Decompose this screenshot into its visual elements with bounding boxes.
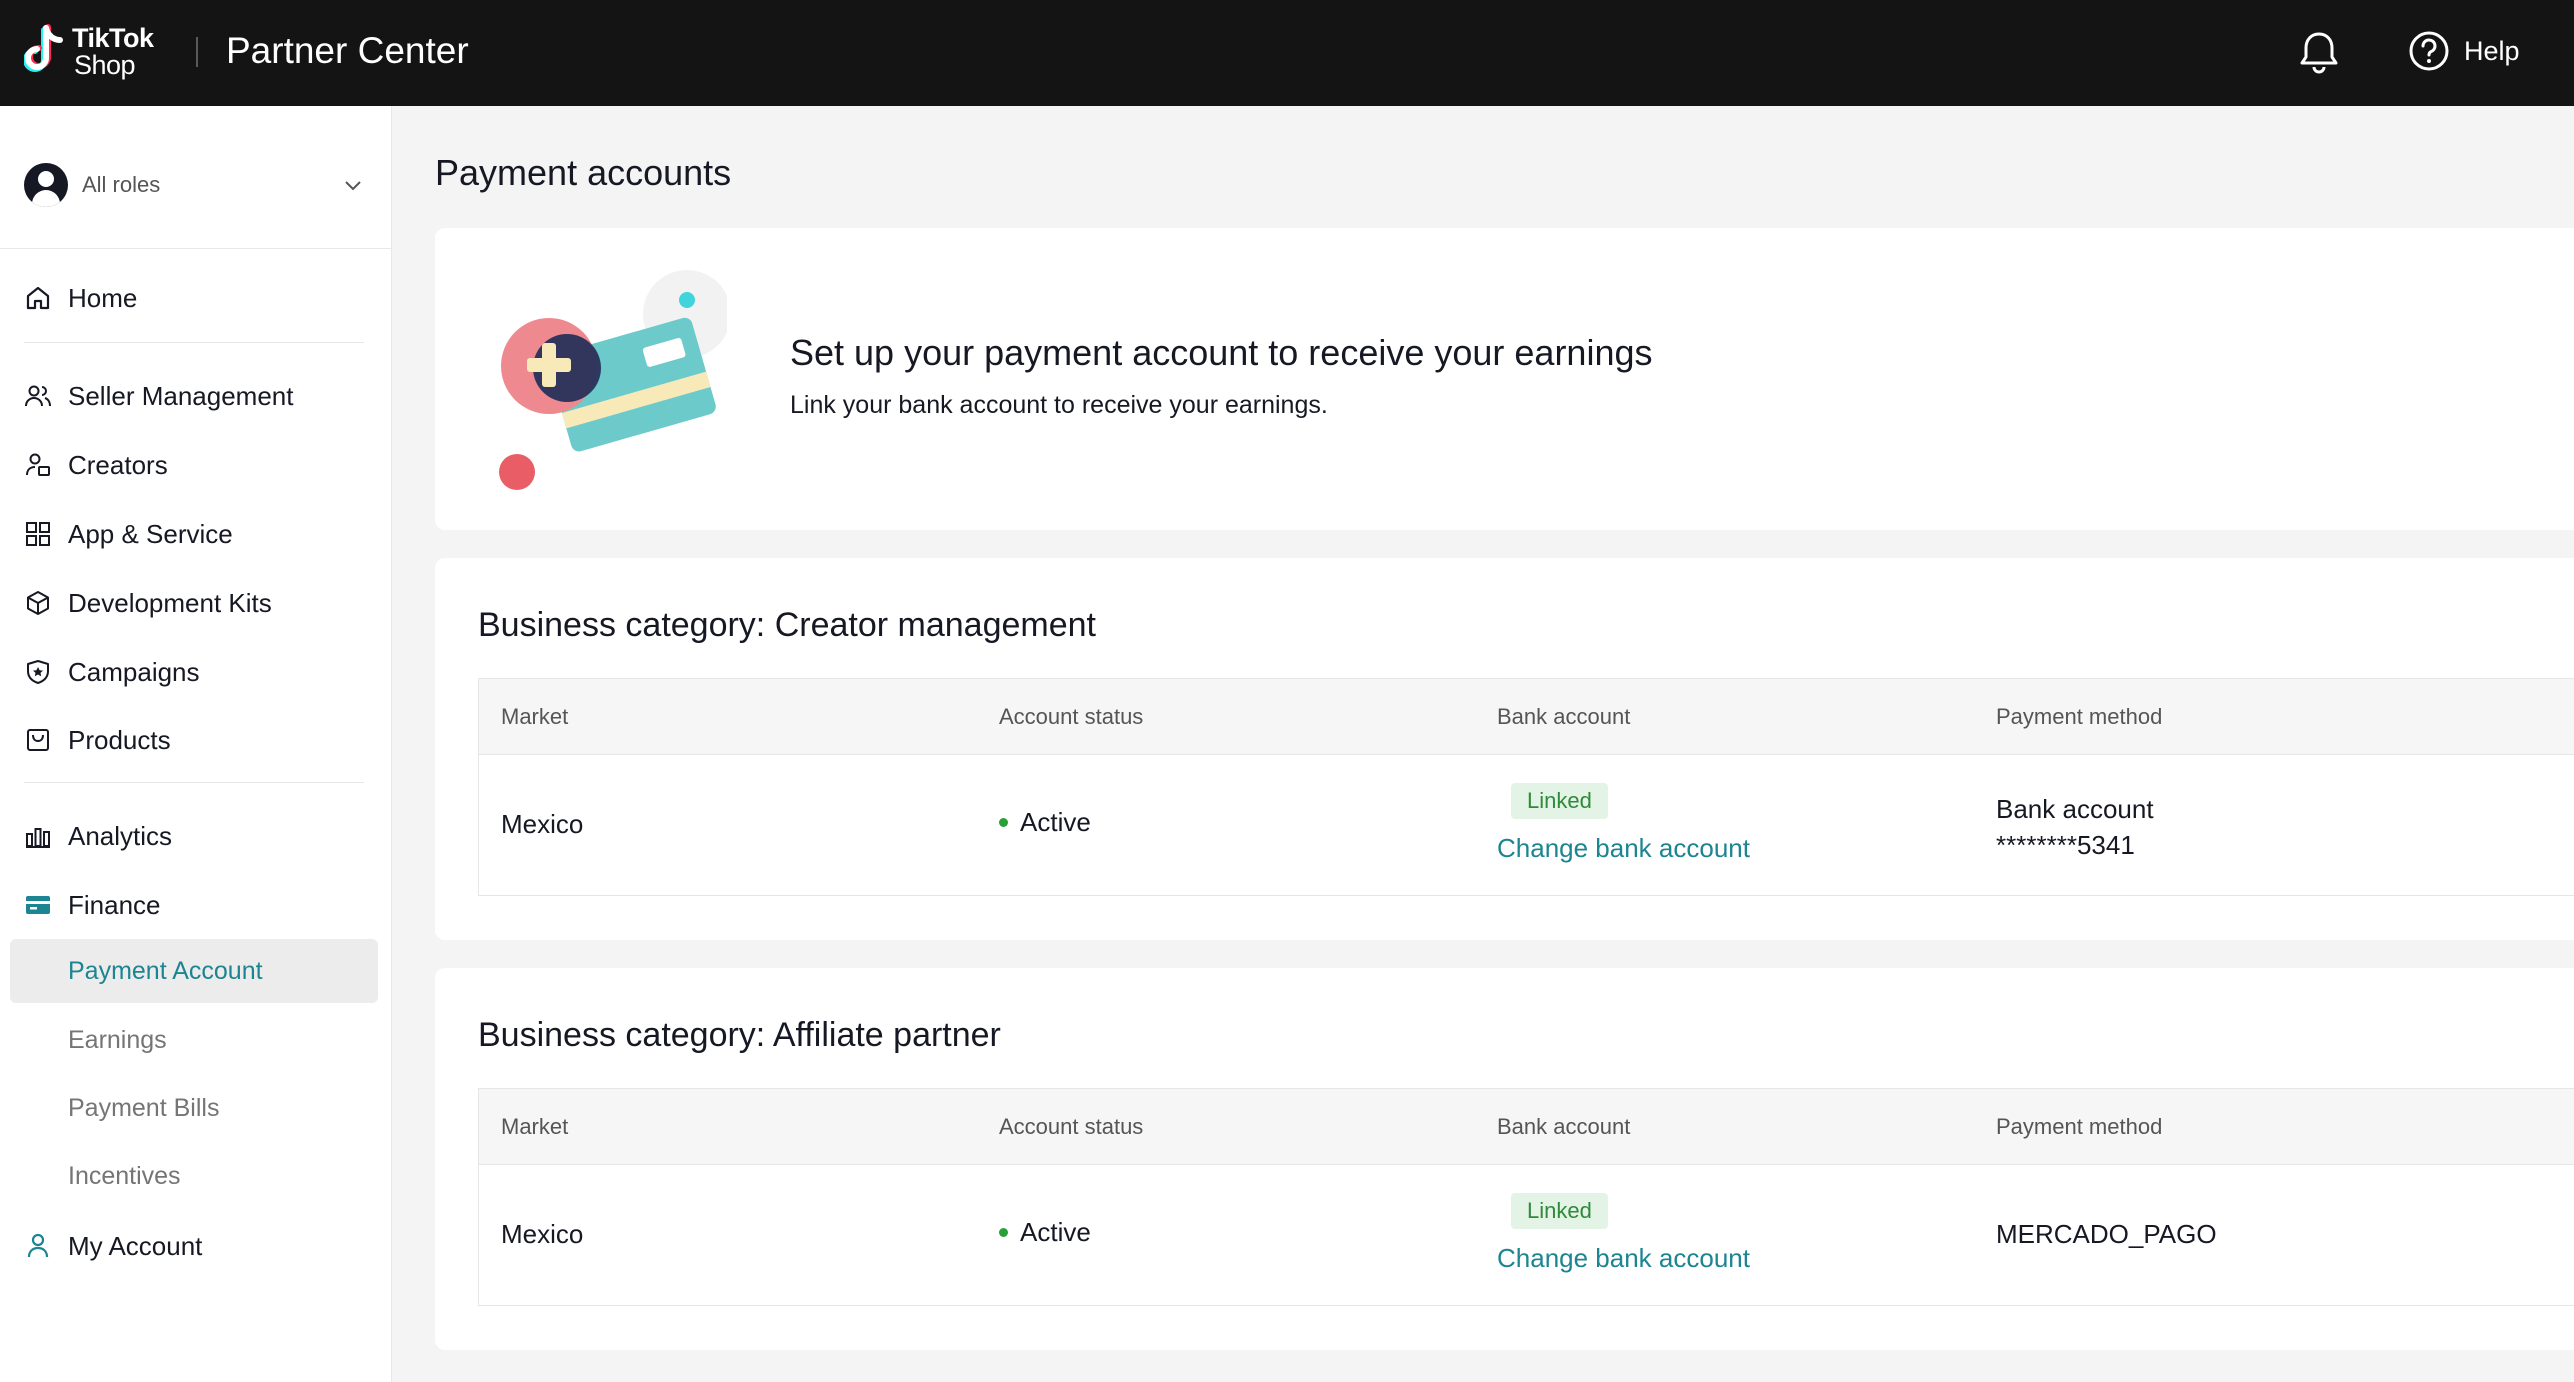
creator-icon [26,453,50,476]
sidebar-divider [0,248,392,249]
banner-subtitle: Link your bank account to receive your e… [790,391,1328,419]
sidebar-item-creators[interactable]: Creators [24,445,168,485]
setup-banner: Set up your payment account to receive y… [435,228,2574,530]
home-icon [26,286,50,310]
account-status-cell: Active [999,1217,1091,1248]
sidebar-item-label: Products [68,724,171,755]
change-bank-account-link[interactable]: Change bank account [1497,1243,1750,1274]
top-bar: TikTok Shop Partner Center Help [0,0,2574,106]
table-row: Mexico Active Linked Change bank account… [479,1165,2574,1305]
change-bank-account-link[interactable]: Change bank account [1497,833,1750,864]
sidebar-subitem-incentives[interactable]: Incentives [10,1144,378,1208]
tiktok-shop-logo[interactable]: TikTok Shop [24,22,174,82]
payment-method-cell: MERCADO_PAGO [1996,1219,2217,1249]
category-title: Business category: Creator management [478,606,1096,644]
sidebar-item-label: Seller Management [68,380,294,411]
help-label: Help [2464,35,2520,66]
active-status-dot [999,1228,1008,1237]
category-card-creator-management: Business category: Creator management Ma… [435,558,2574,940]
category-card-affiliate-partner: Business category: Affiliate partner Mar… [435,968,2574,1350]
table-header: Market Account status Bank account Payme… [479,1089,2574,1165]
users-icon [25,385,51,407]
column-header-market: Market [501,1114,569,1139]
column-header-payment-method: Payment method [1996,1114,2163,1139]
logo-wordmark: TikTok Shop [72,25,154,79]
wallet-icon [26,896,50,914]
status-text: Active [1020,807,1091,837]
bar-chart-icon [26,828,50,848]
cube-icon [27,591,49,615]
banner-title: Set up your payment account to receive y… [790,332,1653,373]
logo-line-2: Shop [74,50,136,80]
account-status-cell: Active [999,807,1091,838]
column-header-payment-method: Payment method [1996,704,2163,729]
sidebar-item-finance[interactable]: Finance [24,885,161,925]
payment-card-illustration [499,270,727,490]
column-header-bank-account: Bank account [1497,1114,1631,1139]
payment-method-account-number: ********5341 [1996,830,2135,860]
sidebar-item-label: Campaigns [68,656,200,687]
market-cell: Mexico [501,809,584,839]
column-header-account-status: Account status [999,1114,1144,1139]
payment-method-cell: Bank account ********5341 [1996,791,2154,863]
avatar [24,163,68,207]
sidebar-item-label: Finance [68,889,161,920]
column-header-market: Market [501,704,569,729]
notification-bell-icon[interactable] [2298,29,2340,75]
sidebar-subitem-earnings[interactable]: Earnings [10,1008,378,1072]
tiktok-logo-icon [24,24,63,72]
sidebar-item-label: My Account [68,1230,203,1261]
table-header: Market Account status Bank account Payme… [479,679,2574,755]
status-text: Active [1020,1217,1091,1247]
sidebar-divider [24,782,364,783]
table-row: Mexico Active Linked Change bank account… [479,755,2574,895]
sidebar-item-home[interactable]: Home [24,278,137,318]
header-divider [196,37,198,67]
sidebar-item-label: Analytics [68,820,173,851]
sidebar-item-products[interactable]: Products [24,720,171,760]
role-selector[interactable]: All roles [24,162,364,208]
sidebar-item-campaigns[interactable]: Campaigns [24,652,200,692]
column-header-bank-account: Bank account [1497,704,1631,729]
sidebar-item-label: Creators [68,449,168,480]
role-label: All roles [82,172,161,197]
active-status-dot [999,818,1008,827]
payment-method-type: Bank account [1996,794,2154,824]
sidebar-item-label: Development Kits [68,587,272,618]
category-title: Business category: Affiliate partner [478,1016,1001,1054]
sidebar-item-label: Home [68,282,138,313]
help-question-icon [2409,31,2449,71]
app-title: Partner Center [226,30,469,71]
logo-line-1: TikTok [72,23,154,53]
sidebar-subitem-payment-bills[interactable]: Payment Bills [10,1076,378,1140]
person-icon [27,1233,49,1258]
accounts-table: Market Account status Bank account Payme… [478,1088,2574,1306]
sidebar-item-development-kits[interactable]: Development Kits [24,583,272,623]
linked-badge: Linked [1511,783,1608,819]
apps-grid-icon [26,522,50,546]
sidebar-subitem-payment-account[interactable]: Payment Account [10,939,378,1003]
sidebar-divider [24,342,364,343]
help-button[interactable]: Help [2408,30,2520,72]
sidebar-item-seller-management[interactable]: Seller Management [24,376,293,416]
sidebar-item-label: App & Service [68,518,233,549]
market-cell: Mexico [501,1219,584,1249]
bag-icon [27,729,49,751]
page-title: Payment accounts [435,152,732,193]
column-header-account-status: Account status [999,704,1144,729]
shield-icon [27,660,49,684]
sidebar: All roles Home Seller Management Creator… [0,106,392,1382]
linked-badge: Linked [1511,1193,1608,1229]
chevron-down-icon [345,181,361,191]
sidebar-item-app-service[interactable]: App & Service [24,514,233,554]
sidebar-item-my-account[interactable]: My Account [24,1226,202,1266]
sidebar-item-analytics[interactable]: Analytics [24,816,172,856]
accounts-table: Market Account status Bank account Payme… [478,678,2574,896]
